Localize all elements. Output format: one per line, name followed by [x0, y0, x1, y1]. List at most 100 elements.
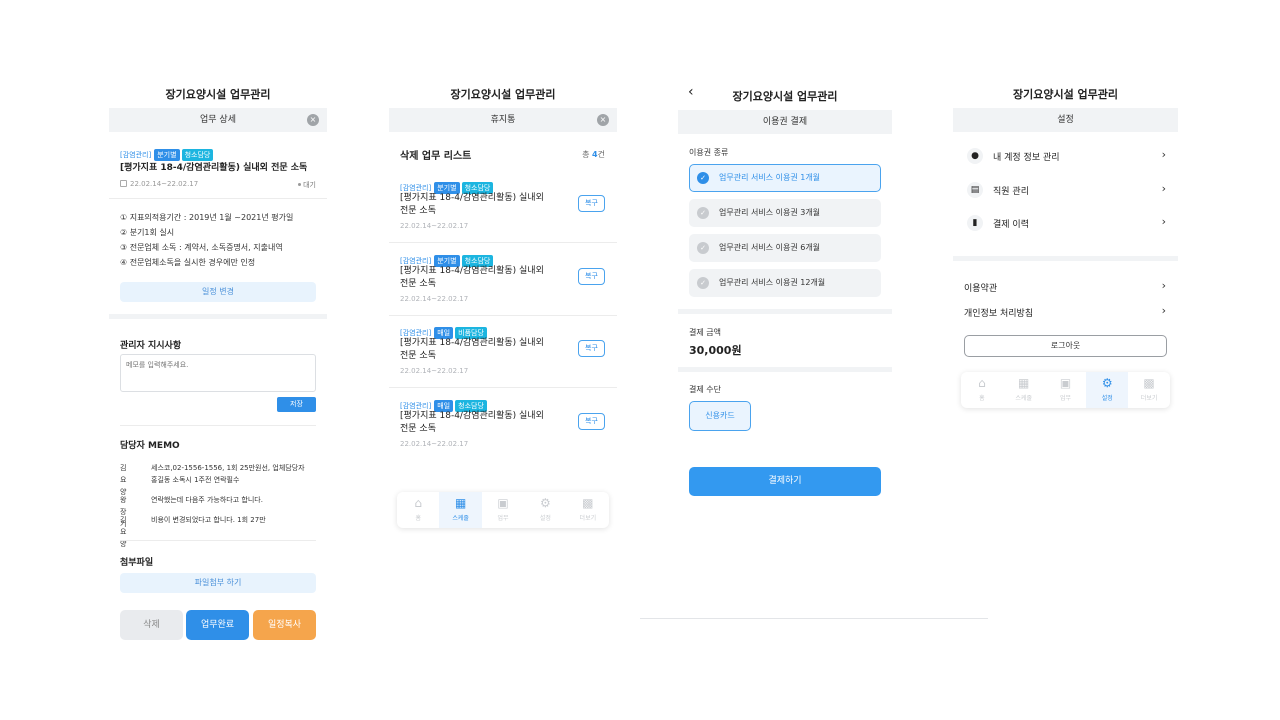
- credit-card-option[interactable]: 신용카드: [689, 401, 751, 431]
- tab-label: 스케줄: [452, 515, 469, 522]
- tab-settings[interactable]: ⚙ 설정: [524, 492, 566, 528]
- tab-schedule[interactable]: ▦ 스케줄: [439, 492, 482, 528]
- save-button[interactable]: 저장: [277, 397, 316, 412]
- gear-icon: ⚙: [1101, 376, 1113, 390]
- menu-label: 내 계정 정보 관리: [993, 153, 1060, 163]
- section-divider: [109, 314, 327, 319]
- close-icon[interactable]: ×: [307, 114, 319, 126]
- chevron-right-icon: ›: [1161, 182, 1166, 195]
- ticket-type-title: 이용권 종류: [689, 148, 729, 157]
- bottom-tab-bar: ⌂ 홈 ▦ 스케줄 ▣ 업무 ⚙ 설정 ▩ 더보기: [397, 492, 609, 528]
- item-date: 22.02.14~22.02.17: [400, 295, 469, 303]
- gear-icon: ⚙: [540, 496, 551, 510]
- item-title-line: [평가지표 18-4/감염관리활동) 실내외: [400, 411, 544, 421]
- menu-staff-management[interactable]: ▤ 직원 관리 ›: [953, 180, 1178, 200]
- tab-tasks[interactable]: ▣ 업무: [1045, 372, 1087, 408]
- tab-label: 업무: [497, 515, 509, 522]
- chevron-right-icon: ›: [1161, 215, 1166, 228]
- menu-payment-history[interactable]: ▮ 결제 이력 ›: [953, 213, 1178, 233]
- task-status: 대기: [298, 180, 316, 190]
- tag-assignee: 청소담당: [181, 148, 214, 161]
- close-icon[interactable]: ×: [597, 114, 609, 126]
- item-date: 22.02.14~22.02.17: [400, 440, 469, 448]
- task-date-row: 22.02.14~22.02.17: [120, 180, 198, 188]
- schedule-change-button[interactable]: 일정 변경: [120, 282, 316, 302]
- item-date: 22.02.14~22.02.17: [400, 222, 469, 230]
- check-icon: ✓: [697, 207, 709, 219]
- restore-button[interactable]: 복구: [578, 195, 605, 212]
- item-title-line: 전문 소독: [400, 424, 436, 434]
- option-label: 업무관리 서비스 이용권 1개월: [719, 173, 821, 182]
- task-date: 22.02.14~22.02.17: [130, 180, 199, 188]
- deleted-list-title: 삭제 업무 리스트: [400, 151, 472, 162]
- menu-label: 직원 관리: [993, 187, 1029, 197]
- detail-line: ④ 전문업체소독을 실시한 경우에만 인정: [120, 258, 256, 267]
- pay-button[interactable]: 결제하기: [689, 467, 881, 496]
- item-title-line: 전문 소독: [400, 351, 436, 361]
- tab-schedule[interactable]: ▦ 스케줄: [1003, 372, 1045, 408]
- item-title-line: [평가지표 18-4/감염관리활동) 실내외: [400, 193, 544, 203]
- app-title: 장기요양시설 업무관리: [450, 88, 556, 101]
- ticket-option-12month[interactable]: ✓ 업무관리 서비스 이용권 12개월: [689, 269, 881, 297]
- divider: [120, 425, 316, 426]
- subbar-label: 설정: [1057, 115, 1074, 125]
- task-icon: ▣: [1059, 376, 1072, 390]
- tab-tasks[interactable]: ▣ 업무: [482, 492, 524, 528]
- ticket-option-6month[interactable]: ✓ 업무관리 서비스 이용권 6개월: [689, 234, 881, 262]
- restore-button[interactable]: 복구: [578, 268, 605, 285]
- screen-payment: ‹ 장기요양시설 업무관리 이용권 결제 이용권 종류 ✓ 업무관리 서비스 이용…: [678, 80, 892, 520]
- subbar-label: 업무 상세: [200, 115, 236, 125]
- tab-label: 홈: [415, 515, 421, 522]
- calendar-icon: [120, 180, 127, 187]
- count-prefix: 총: [582, 150, 593, 159]
- ticket-option-1month[interactable]: ✓ 업무관리 서비스 이용권 1개월: [689, 164, 881, 192]
- tag-category: [감염관리]: [120, 150, 152, 159]
- logout-button[interactable]: 로그아웃: [964, 335, 1167, 357]
- divider: [389, 315, 617, 316]
- menu-privacy-policy[interactable]: 개인정보 처리방침 ›: [953, 302, 1178, 322]
- tab-label: 업무: [1059, 395, 1072, 402]
- option-label: 업무관리 서비스 이용권 3개월: [719, 208, 821, 217]
- complete-button[interactable]: 업무완료: [186, 610, 249, 640]
- item-date: 22.02.14~22.02.17: [400, 367, 469, 375]
- restore-button[interactable]: 복구: [578, 413, 605, 430]
- task-icon: ▣: [497, 496, 509, 510]
- section-divider: [953, 256, 1178, 261]
- task-details: ① 지표의적용기간 : 2019년 1월 ~2021년 평가일 ② 분기1회 실…: [120, 210, 293, 270]
- admin-instructions-title: 관리자 지시사항: [120, 341, 182, 351]
- tab-settings[interactable]: ⚙ 설정: [1086, 372, 1129, 408]
- check-icon: ✓: [697, 242, 709, 254]
- payment-method-label: 결제 수단: [689, 385, 721, 394]
- section-divider: [678, 309, 892, 314]
- memo-text: 연락했는데 다음주 가능하다고 합니다.: [151, 496, 263, 504]
- option-label: 업무관리 서비스 이용권 12개월: [719, 278, 826, 287]
- memo-input[interactable]: [120, 354, 316, 392]
- calendar-icon: ▦: [454, 496, 467, 510]
- tab-more[interactable]: ▩ 더보기: [1128, 372, 1170, 408]
- subbar-title: 이용권 결제: [678, 110, 892, 134]
- tab-label: 설정: [1101, 395, 1113, 402]
- home-icon: ⌂: [978, 376, 986, 390]
- tab-home[interactable]: ⌂ 홈: [961, 372, 1003, 408]
- calendar-icon: ▦: [1018, 376, 1030, 390]
- option-label: 업무관리 서비스 이용권 6개월: [719, 243, 821, 252]
- memo-text: 비용이 변경되었다고 합니다. 1회 27만: [151, 516, 266, 524]
- menu-label: 결제 이력: [993, 220, 1029, 230]
- memo-title: 담당자 MEMO: [120, 441, 180, 451]
- tab-home[interactable]: ⌂ 홈: [397, 492, 439, 528]
- screen-settings: 장기요양시설 업무관리 설정 ● 내 계정 정보 관리 › ▤ 직원 관리 › …: [953, 80, 1178, 420]
- tab-label: 스케줄: [1015, 395, 1032, 402]
- delete-button[interactable]: 삭제: [120, 610, 183, 640]
- list-item: [감염관리] 분기별 청소담당 [평가지표 18-4/감염관리활동) 실내외 전문 …: [389, 177, 617, 247]
- menu-terms[interactable]: 이용약관 ›: [953, 277, 1178, 297]
- attach-file-button[interactable]: 파일첨부 하기: [120, 573, 316, 593]
- tab-more[interactable]: ▩ 더보기: [567, 492, 609, 528]
- restore-button[interactable]: 복구: [578, 340, 605, 357]
- ticket-option-3month[interactable]: ✓ 업무관리 서비스 이용권 3개월: [689, 199, 881, 227]
- list-item: [감염관리] 분기별 청소담당 [평가지표 18-4/감염관리활동) 실내외 전문 …: [389, 250, 617, 320]
- list-item: [감염관리] 매일 청소담당 [평가지표 18-4/감염관리활동) 실내외 전문 소…: [389, 395, 617, 465]
- screen-trash: 장기요양시설 업무관리 휴지통 × 삭제 업무 리스트 총 4건 [감염관리] 분…: [389, 80, 617, 540]
- copy-schedule-button[interactable]: 일정복사: [253, 610, 316, 640]
- menu-account-info[interactable]: ● 내 계정 정보 관리 ›: [953, 146, 1178, 166]
- user-icon: ●: [967, 148, 983, 164]
